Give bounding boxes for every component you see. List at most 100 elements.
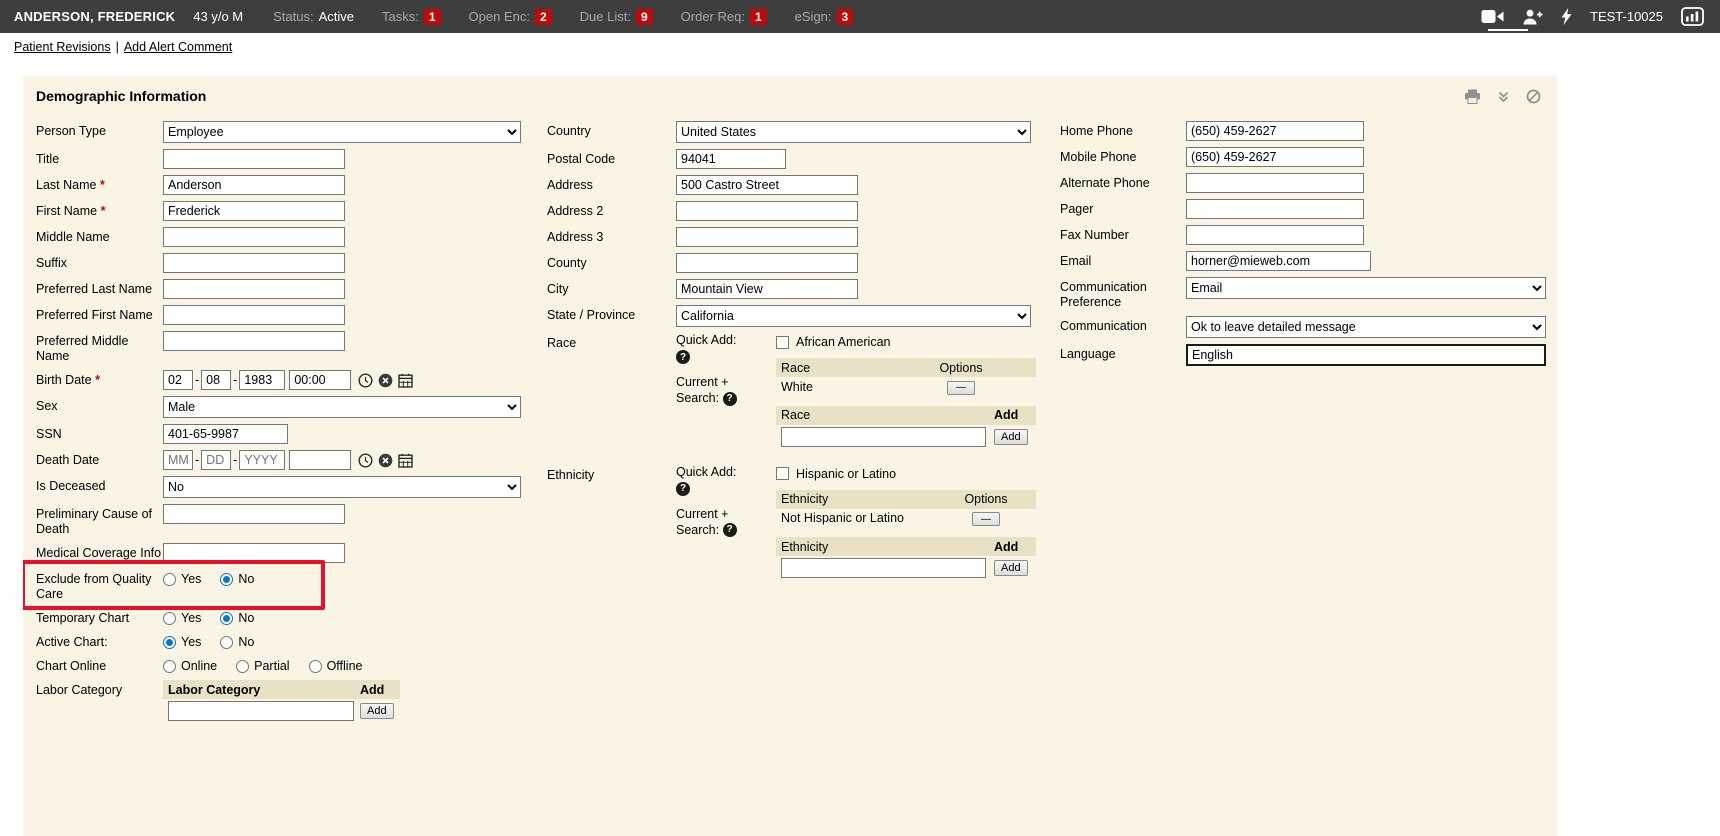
race-quick-option: African American xyxy=(776,333,1036,349)
open-enc-badge[interactable]: 2 xyxy=(535,9,552,25)
birth-time-input[interactable] xyxy=(289,370,351,390)
state-province-select[interactable]: California xyxy=(676,305,1031,327)
race-african-american-label: African American xyxy=(796,335,890,349)
middle-name-label: Middle Name xyxy=(36,227,163,245)
ethnicity-hispanic-checkbox[interactable] xyxy=(776,467,789,480)
birth-month-input[interactable] xyxy=(163,370,193,390)
death-year-input[interactable] xyxy=(239,450,285,470)
preferred-middle-name-input[interactable] xyxy=(163,331,345,351)
death-time-input[interactable] xyxy=(289,450,351,470)
chart-online-partial-radio[interactable] xyxy=(236,660,249,673)
death-month-input[interactable] xyxy=(163,450,193,470)
panel-header: Demographic Information xyxy=(23,76,1557,104)
status-value: Active xyxy=(319,9,354,24)
sex-select[interactable]: Male xyxy=(163,396,521,418)
chart-online-offline-radio[interactable] xyxy=(309,660,322,673)
mobile-phone-input[interactable] xyxy=(1186,147,1364,167)
block-icon[interactable] xyxy=(1526,89,1541,104)
active-chart-yes-radio[interactable] xyxy=(163,636,176,649)
topbar-underline xyxy=(1488,29,1528,31)
calendar-icon[interactable] xyxy=(398,453,413,468)
preferred-last-name-input[interactable] xyxy=(163,279,345,299)
chart-icon[interactable] xyxy=(1681,7,1704,26)
labor-category-add-button[interactable]: Add xyxy=(360,703,394,719)
field-email: Email xyxy=(1060,251,1557,271)
address-input[interactable] xyxy=(676,175,858,195)
middle-name-input[interactable] xyxy=(163,227,345,247)
preliminary-cause-input[interactable] xyxy=(163,504,345,524)
alternate-phone-input[interactable] xyxy=(1186,173,1364,193)
language-input[interactable] xyxy=(1186,344,1546,366)
active-chart-no-radio[interactable] xyxy=(220,636,233,649)
county-input[interactable] xyxy=(676,253,858,273)
pager-input[interactable] xyxy=(1186,199,1364,219)
suffix-input[interactable] xyxy=(163,253,345,273)
birth-year-input[interactable] xyxy=(239,370,285,390)
tasks-badge[interactable]: 1 xyxy=(424,9,441,25)
is-deceased-label: Is Deceased xyxy=(36,476,163,494)
ethnicity-current-search-label: Current + Search: ? xyxy=(676,506,754,538)
exclude-quality-yes-radio[interactable] xyxy=(163,573,176,586)
race-african-american-checkbox[interactable] xyxy=(776,336,789,349)
address-2-input[interactable] xyxy=(676,201,858,221)
ssn-input[interactable] xyxy=(163,424,288,444)
patient-revisions-link[interactable]: Patient Revisions xyxy=(14,40,111,54)
medical-coverage-input[interactable] xyxy=(163,543,345,563)
communication-preference-select[interactable]: Email xyxy=(1186,277,1546,299)
time-picker-icon[interactable] xyxy=(358,373,373,388)
email-input[interactable] xyxy=(1186,251,1371,271)
help-icon[interactable]: ? xyxy=(676,350,690,364)
fax-number-input[interactable] xyxy=(1186,225,1364,245)
preferred-first-name-input[interactable] xyxy=(163,305,345,325)
race-col-header: Race xyxy=(776,358,886,377)
ethnicity-add-input[interactable] xyxy=(781,558,986,578)
chart-online-offline-label: Offline xyxy=(327,659,363,673)
home-phone-input[interactable] xyxy=(1186,121,1364,141)
time-picker-icon[interactable] xyxy=(358,453,373,468)
exclude-quality-no-radio[interactable] xyxy=(220,573,233,586)
due-list-badge[interactable]: 9 xyxy=(636,9,653,25)
temporary-chart-no-radio[interactable] xyxy=(220,612,233,625)
birth-date-group: - - xyxy=(163,370,413,390)
add-patient-icon[interactable] xyxy=(1522,9,1543,25)
calendar-icon[interactable] xyxy=(398,373,413,388)
collapse-icon[interactable] xyxy=(1497,90,1510,103)
race-add-button[interactable]: Add xyxy=(994,429,1028,445)
order-req-badge[interactable]: 1 xyxy=(750,9,767,25)
chart-online-online-radio[interactable] xyxy=(163,660,176,673)
esign-badge[interactable]: 3 xyxy=(837,9,854,25)
ethnicity-add-button[interactable]: Add xyxy=(994,560,1028,576)
title-input[interactable] xyxy=(163,149,345,169)
last-name-input[interactable] xyxy=(163,175,345,195)
first-name-input[interactable] xyxy=(163,201,345,221)
lightning-icon[interactable] xyxy=(1561,8,1572,25)
birth-day-input[interactable] xyxy=(201,370,231,390)
postal-code-input[interactable] xyxy=(676,149,786,169)
address-3-input[interactable] xyxy=(676,227,858,247)
temporary-chart-yes-radio[interactable] xyxy=(163,612,176,625)
labor-category-input-row: Add xyxy=(163,699,400,723)
is-deceased-select[interactable]: No xyxy=(163,476,521,498)
labor-category-input[interactable] xyxy=(168,701,354,721)
city-input[interactable] xyxy=(676,279,858,299)
communication-select[interactable]: Ok to leave detailed message xyxy=(1186,316,1546,338)
race-add-input[interactable] xyxy=(781,427,986,447)
help-icon[interactable]: ? xyxy=(723,392,737,406)
field-birth-date: Birth Date * - - xyxy=(36,370,547,390)
field-preferred-middle-name: Preferred Middle Name xyxy=(36,331,547,364)
chart-online-label: Chart Online xyxy=(36,656,163,674)
clear-date-icon[interactable] xyxy=(378,373,393,388)
clear-date-icon[interactable] xyxy=(378,453,393,468)
help-icon[interactable]: ? xyxy=(676,482,690,496)
print-icon[interactable] xyxy=(1464,89,1481,104)
race-remove-button[interactable]: — xyxy=(947,381,975,395)
death-day-input[interactable] xyxy=(201,450,231,470)
add-alert-comment-link[interactable]: Add Alert Comment xyxy=(124,40,232,54)
field-country: Country United States xyxy=(547,121,1060,143)
person-type-select[interactable]: Employee xyxy=(163,121,521,143)
help-icon[interactable]: ? xyxy=(723,523,737,537)
country-select[interactable]: United States xyxy=(676,121,1031,143)
video-camera-icon[interactable] xyxy=(1481,9,1504,24)
field-pager: Pager xyxy=(1060,199,1557,219)
ethnicity-remove-button[interactable]: — xyxy=(972,512,1000,526)
